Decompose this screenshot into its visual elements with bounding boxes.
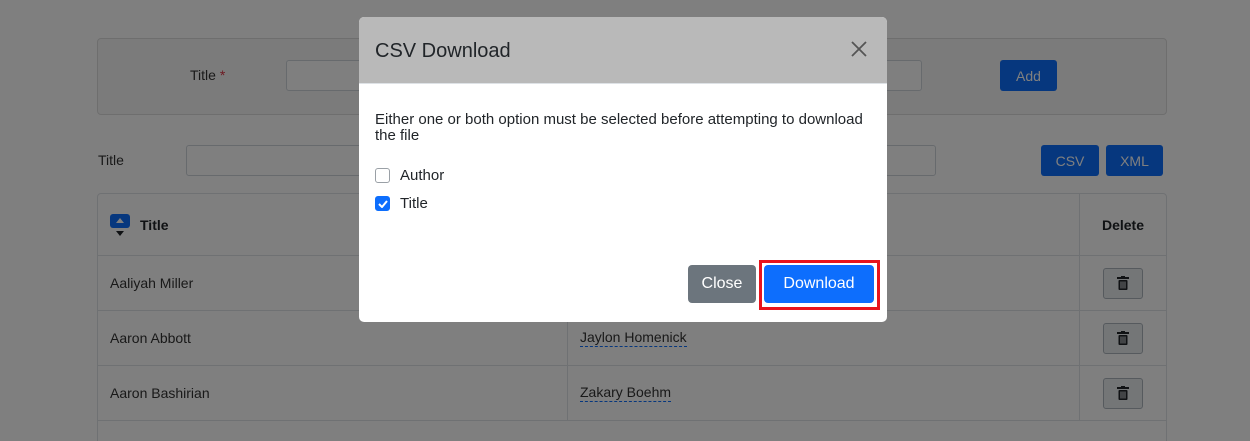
option-title[interactable]: Title <box>375 195 428 212</box>
close-button[interactable]: Close <box>688 265 756 303</box>
csv-download-modal: CSV Download Either one or both option m… <box>359 17 887 322</box>
page: Title * Add Title CSV XML Title Delete A… <box>0 0 1250 441</box>
title-checkbox[interactable] <box>375 196 390 211</box>
author-checkbox[interactable] <box>375 168 390 183</box>
option-title-label: Title <box>400 195 428 212</box>
option-author-label: Author <box>400 167 445 184</box>
option-author[interactable]: Author <box>375 167 444 184</box>
modal-header: CSV Download <box>359 17 887 84</box>
check-icon <box>377 199 388 208</box>
close-icon[interactable] <box>847 37 871 61</box>
modal-message: Either one or both option must be select… <box>375 111 863 144</box>
modal-title: CSV Download <box>375 40 511 62</box>
download-button[interactable]: Download <box>764 265 874 303</box>
